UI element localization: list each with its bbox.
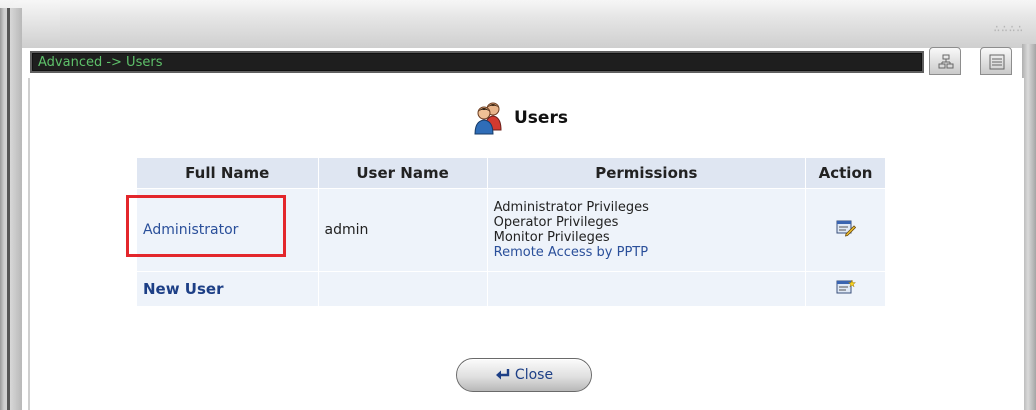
table-row-new-user: New User	[136, 271, 886, 307]
window-frame-right	[1022, 44, 1036, 410]
list-view-button[interactable]	[980, 47, 1012, 75]
breadcrumb-bar: Advanced -> Users	[30, 51, 924, 73]
close-button-label: Close	[514, 367, 554, 383]
header-full-name[interactable]: Full Name	[136, 157, 319, 189]
close-button[interactable]: Close	[456, 358, 592, 392]
resize-grip-icon[interactable]: ∴∴∴∴	[994, 22, 1025, 35]
page-title: Users	[514, 108, 568, 128]
cell-empty	[486, 271, 807, 307]
list-view-icon	[989, 54, 1005, 70]
new-user-link[interactable]: New User	[143, 280, 224, 298]
cell-action	[805, 271, 886, 307]
header-permissions[interactable]: Permissions	[486, 157, 807, 189]
header-user-name[interactable]: User Name	[317, 157, 488, 189]
permission-item: Administrator Privileges	[493, 200, 649, 215]
cell-action	[805, 188, 886, 272]
return-arrow-icon	[495, 369, 510, 380]
users-icon	[474, 102, 502, 135]
permission-item: Operator Privileges	[493, 215, 619, 230]
cell-user-name: admin	[317, 188, 488, 272]
edit-icon[interactable]	[836, 219, 856, 237]
permission-item: Monitor Privileges	[493, 230, 610, 245]
permission-item-link[interactable]: Remote Access by PPTP	[494, 245, 799, 260]
user-full-name-link[interactable]: Administrator	[143, 222, 238, 238]
add-user-icon[interactable]	[836, 279, 856, 295]
breadcrumb: Advanced -> Users	[38, 55, 163, 70]
network-map-icon	[938, 54, 954, 69]
window-frame-left	[0, 8, 22, 410]
header-action[interactable]: Action	[805, 157, 886, 189]
table-row: Administrator admin Administrator Privil…	[136, 188, 886, 272]
window-frame-top	[0, 0, 1036, 48]
table-header-row: Full Name User Name Permissions Action	[136, 157, 886, 189]
cell-permissions: Administrator Privileges Operator Privil…	[486, 188, 807, 272]
network-map-button[interactable]	[929, 47, 961, 75]
users-table: Full Name User Name Permissions Action A…	[136, 157, 886, 307]
cell-empty	[317, 271, 488, 307]
cell-full-name: Administrator	[136, 188, 319, 272]
cell-new-user: New User	[136, 271, 319, 307]
page-heading: Users	[472, 98, 568, 138]
